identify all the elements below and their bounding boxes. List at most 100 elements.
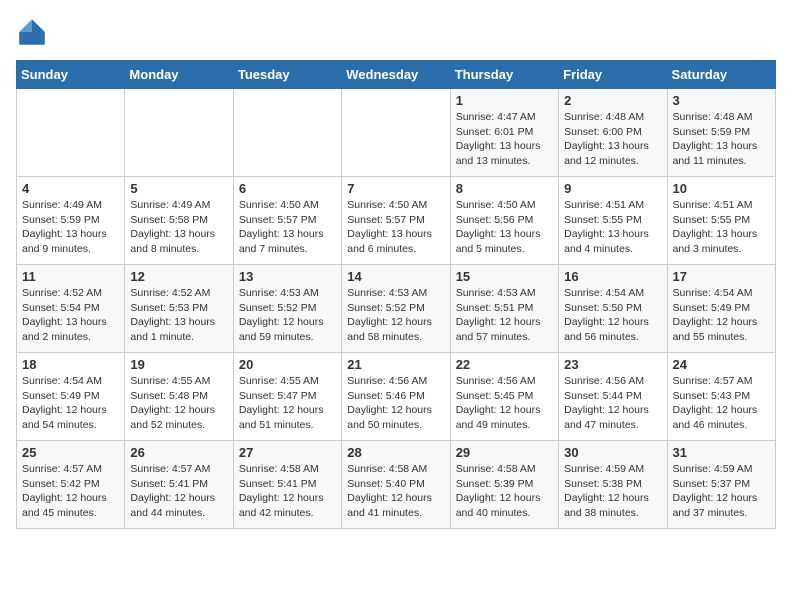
calendar-cell: 9 Sunrise: 4:51 AM Sunset: 5:55 PM Daylig… bbox=[559, 177, 667, 265]
day-info: Sunrise: 4:55 AM Sunset: 5:48 PM Dayligh… bbox=[130, 374, 227, 433]
day-number: 31 bbox=[673, 445, 770, 460]
week-row-1: 1 Sunrise: 4:47 AM Sunset: 6:01 PM Daylig… bbox=[17, 89, 776, 177]
calendar-cell: 2 Sunrise: 4:48 AM Sunset: 6:00 PM Daylig… bbox=[559, 89, 667, 177]
day-info: Sunrise: 4:48 AM Sunset: 5:59 PM Dayligh… bbox=[673, 110, 770, 169]
calendar-cell: 26 Sunrise: 4:57 AM Sunset: 5:41 PM Dayli… bbox=[125, 441, 233, 529]
day-number: 19 bbox=[130, 357, 227, 372]
day-info: Sunrise: 4:52 AM Sunset: 5:54 PM Dayligh… bbox=[22, 286, 119, 345]
weekday-row: SundayMondayTuesdayWednesdayThursdayFrid… bbox=[17, 61, 776, 89]
day-number: 27 bbox=[239, 445, 336, 460]
weekday-header-thursday: Thursday bbox=[450, 61, 558, 89]
day-number: 18 bbox=[22, 357, 119, 372]
day-info: Sunrise: 4:55 AM Sunset: 5:47 PM Dayligh… bbox=[239, 374, 336, 433]
day-info: Sunrise: 4:58 AM Sunset: 5:40 PM Dayligh… bbox=[347, 462, 444, 521]
calendar-cell: 13Sunrise: 4:53 AM Sunset: 5:52 PM Dayli… bbox=[233, 265, 341, 353]
week-row-5: 25 Sunrise: 4:57 AM Sunset: 5:42 PM Dayli… bbox=[17, 441, 776, 529]
calendar-cell: 18 Sunrise: 4:54 AM Sunset: 5:49 PM Dayli… bbox=[17, 353, 125, 441]
calendar-cell: 23Sunrise: 4:56 AM Sunset: 5:44 PM Dayli… bbox=[559, 353, 667, 441]
calendar-cell: 4Sunrise: 4:49 AM Sunset: 5:59 PM Daylig… bbox=[17, 177, 125, 265]
day-number: 20 bbox=[239, 357, 336, 372]
calendar-body: 1 Sunrise: 4:47 AM Sunset: 6:01 PM Daylig… bbox=[17, 89, 776, 529]
day-info: Sunrise: 4:58 AM Sunset: 5:41 PM Dayligh… bbox=[239, 462, 336, 521]
calendar-cell: 16 Sunrise: 4:54 AM Sunset: 5:50 PM Dayli… bbox=[559, 265, 667, 353]
week-row-2: 4Sunrise: 4:49 AM Sunset: 5:59 PM Daylig… bbox=[17, 177, 776, 265]
day-number: 8 bbox=[456, 181, 553, 196]
calendar-cell: 28 Sunrise: 4:58 AM Sunset: 5:40 PM Dayli… bbox=[342, 441, 450, 529]
weekday-header-sunday: Sunday bbox=[17, 61, 125, 89]
day-number: 9 bbox=[564, 181, 661, 196]
day-info: Sunrise: 4:52 AM Sunset: 5:53 PM Dayligh… bbox=[130, 286, 227, 345]
calendar-cell bbox=[17, 89, 125, 177]
day-number: 22 bbox=[456, 357, 553, 372]
day-info: Sunrise: 4:57 AM Sunset: 5:43 PM Dayligh… bbox=[673, 374, 770, 433]
week-row-4: 18 Sunrise: 4:54 AM Sunset: 5:49 PM Dayli… bbox=[17, 353, 776, 441]
day-number: 3 bbox=[673, 93, 770, 108]
calendar-header: SundayMondayTuesdayWednesdayThursdayFrid… bbox=[17, 61, 776, 89]
calendar-cell: 24 Sunrise: 4:57 AM Sunset: 5:43 PM Dayli… bbox=[667, 353, 775, 441]
day-number: 7 bbox=[347, 181, 444, 196]
day-info: Sunrise: 4:51 AM Sunset: 5:55 PM Dayligh… bbox=[673, 198, 770, 257]
day-info: Sunrise: 4:50 AM Sunset: 5:56 PM Dayligh… bbox=[456, 198, 553, 257]
week-row-3: 11Sunrise: 4:52 AM Sunset: 5:54 PM Dayli… bbox=[17, 265, 776, 353]
day-info: Sunrise: 4:59 AM Sunset: 5:38 PM Dayligh… bbox=[564, 462, 661, 521]
day-number: 28 bbox=[347, 445, 444, 460]
day-number: 23 bbox=[564, 357, 661, 372]
calendar-cell: 31 Sunrise: 4:59 AM Sunset: 5:37 PM Dayli… bbox=[667, 441, 775, 529]
page-header bbox=[16, 16, 776, 48]
calendar-cell: 22 Sunrise: 4:56 AM Sunset: 5:45 PM Dayli… bbox=[450, 353, 558, 441]
calendar-cell: 11Sunrise: 4:52 AM Sunset: 5:54 PM Dayli… bbox=[17, 265, 125, 353]
day-number: 29 bbox=[456, 445, 553, 460]
calendar-cell: 14Sunrise: 4:53 AM Sunset: 5:52 PM Dayli… bbox=[342, 265, 450, 353]
calendar-cell bbox=[342, 89, 450, 177]
logo bbox=[16, 16, 52, 48]
day-info: Sunrise: 4:47 AM Sunset: 6:01 PM Dayligh… bbox=[456, 110, 553, 169]
day-info: Sunrise: 4:49 AM Sunset: 5:58 PM Dayligh… bbox=[130, 198, 227, 257]
calendar-cell: 25 Sunrise: 4:57 AM Sunset: 5:42 PM Dayli… bbox=[17, 441, 125, 529]
calendar-cell: 29Sunrise: 4:58 AM Sunset: 5:39 PM Dayli… bbox=[450, 441, 558, 529]
calendar-cell: 20 Sunrise: 4:55 AM Sunset: 5:47 PM Dayli… bbox=[233, 353, 341, 441]
day-number: 1 bbox=[456, 93, 553, 108]
calendar-cell: 15 Sunrise: 4:53 AM Sunset: 5:51 PM Dayli… bbox=[450, 265, 558, 353]
day-info: Sunrise: 4:54 AM Sunset: 5:49 PM Dayligh… bbox=[22, 374, 119, 433]
day-number: 12 bbox=[130, 269, 227, 284]
day-number: 5 bbox=[130, 181, 227, 196]
day-info: Sunrise: 4:59 AM Sunset: 5:37 PM Dayligh… bbox=[673, 462, 770, 521]
day-number: 6 bbox=[239, 181, 336, 196]
calendar-cell: 3 Sunrise: 4:48 AM Sunset: 5:59 PM Daylig… bbox=[667, 89, 775, 177]
day-info: Sunrise: 4:53 AM Sunset: 5:51 PM Dayligh… bbox=[456, 286, 553, 345]
day-info: Sunrise: 4:54 AM Sunset: 5:50 PM Dayligh… bbox=[564, 286, 661, 345]
calendar-cell: 27 Sunrise: 4:58 AM Sunset: 5:41 PM Dayli… bbox=[233, 441, 341, 529]
day-info: Sunrise: 4:50 AM Sunset: 5:57 PM Dayligh… bbox=[347, 198, 444, 257]
calendar-cell: 30Sunrise: 4:59 AM Sunset: 5:38 PM Dayli… bbox=[559, 441, 667, 529]
day-info: Sunrise: 4:51 AM Sunset: 5:55 PM Dayligh… bbox=[564, 198, 661, 257]
day-number: 17 bbox=[673, 269, 770, 284]
day-info: Sunrise: 4:56 AM Sunset: 5:45 PM Dayligh… bbox=[456, 374, 553, 433]
calendar-cell: 1 Sunrise: 4:47 AM Sunset: 6:01 PM Daylig… bbox=[450, 89, 558, 177]
calendar-cell: 5 Sunrise: 4:49 AM Sunset: 5:58 PM Daylig… bbox=[125, 177, 233, 265]
calendar-cell: 19 Sunrise: 4:55 AM Sunset: 5:48 PM Dayli… bbox=[125, 353, 233, 441]
day-number: 24 bbox=[673, 357, 770, 372]
calendar-cell: 6 Sunrise: 4:50 AM Sunset: 5:57 PM Daylig… bbox=[233, 177, 341, 265]
day-info: Sunrise: 4:54 AM Sunset: 5:49 PM Dayligh… bbox=[673, 286, 770, 345]
day-number: 15 bbox=[456, 269, 553, 284]
day-info: Sunrise: 4:56 AM Sunset: 5:46 PM Dayligh… bbox=[347, 374, 444, 433]
day-info: Sunrise: 4:53 AM Sunset: 5:52 PM Dayligh… bbox=[347, 286, 444, 345]
calendar-cell: 17 Sunrise: 4:54 AM Sunset: 5:49 PM Dayli… bbox=[667, 265, 775, 353]
day-number: 10 bbox=[673, 181, 770, 196]
day-number: 13 bbox=[239, 269, 336, 284]
calendar-cell bbox=[125, 89, 233, 177]
calendar-cell: 21Sunrise: 4:56 AM Sunset: 5:46 PM Dayli… bbox=[342, 353, 450, 441]
weekday-header-friday: Friday bbox=[559, 61, 667, 89]
calendar-cell: 10 Sunrise: 4:51 AM Sunset: 5:55 PM Dayli… bbox=[667, 177, 775, 265]
day-number: 2 bbox=[564, 93, 661, 108]
day-number: 16 bbox=[564, 269, 661, 284]
day-number: 26 bbox=[130, 445, 227, 460]
day-info: Sunrise: 4:57 AM Sunset: 5:42 PM Dayligh… bbox=[22, 462, 119, 521]
day-info: Sunrise: 4:48 AM Sunset: 6:00 PM Dayligh… bbox=[564, 110, 661, 169]
day-info: Sunrise: 4:50 AM Sunset: 5:57 PM Dayligh… bbox=[239, 198, 336, 257]
calendar-cell bbox=[233, 89, 341, 177]
day-number: 25 bbox=[22, 445, 119, 460]
day-info: Sunrise: 4:57 AM Sunset: 5:41 PM Dayligh… bbox=[130, 462, 227, 521]
calendar-cell: 7 Sunrise: 4:50 AM Sunset: 5:57 PM Daylig… bbox=[342, 177, 450, 265]
weekday-header-tuesday: Tuesday bbox=[233, 61, 341, 89]
